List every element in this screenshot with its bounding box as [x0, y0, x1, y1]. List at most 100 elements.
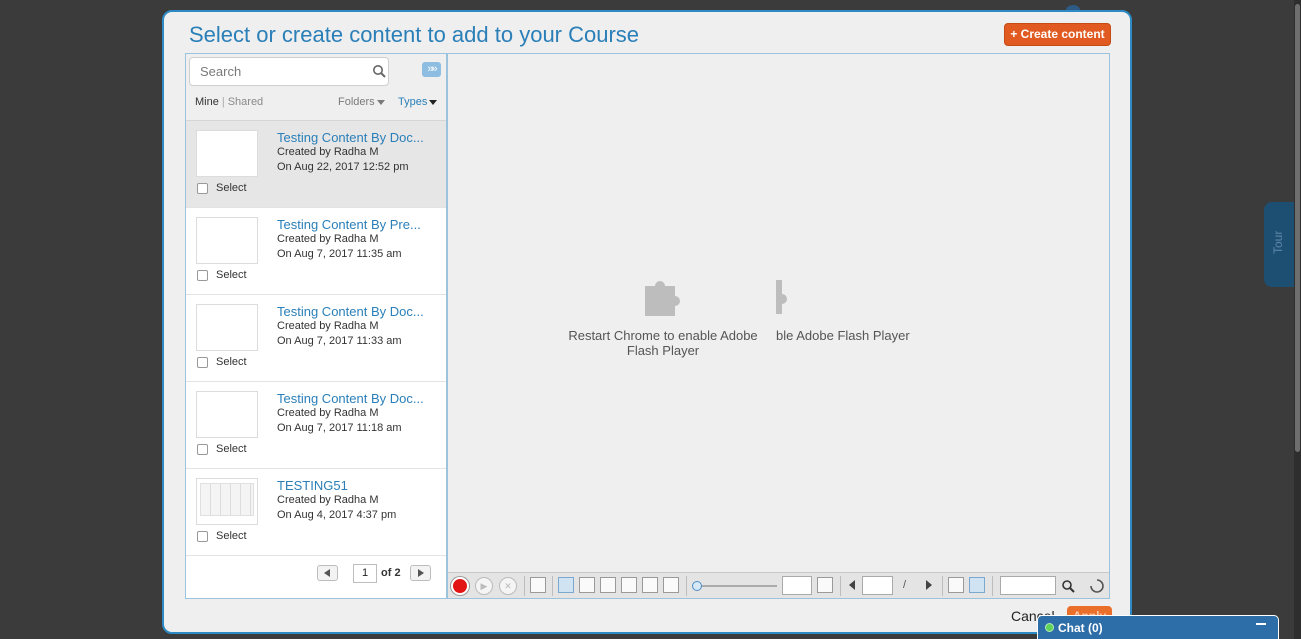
folders-label: Folders: [338, 96, 375, 108]
item-select[interactable]: Select: [197, 530, 247, 542]
list-item[interactable]: Testing Content By Doc... Created by Rad…: [186, 121, 446, 208]
item-author: Created by Radha M: [277, 494, 379, 506]
print-icon[interactable]: [530, 577, 546, 593]
zoom-input[interactable]: [782, 576, 812, 595]
page-scrollbar[interactable]: [1294, 0, 1301, 639]
fullscreen-icon[interactable]: [817, 577, 833, 593]
item-select[interactable]: Select: [197, 443, 247, 455]
next-page-button[interactable]: [410, 565, 431, 581]
thumbnail-view-icon[interactable]: [600, 577, 616, 593]
search-input[interactable]: [200, 64, 360, 79]
toolbar-divider: [552, 576, 553, 596]
select-checkbox[interactable]: [197, 356, 208, 368]
select-checkbox[interactable]: [197, 530, 208, 542]
zoom-slider[interactable]: [692, 581, 777, 591]
select-checkbox[interactable]: [197, 269, 208, 281]
minimize-icon[interactable]: [1256, 623, 1266, 625]
list-item[interactable]: Testing Content By Doc... Created by Rad…: [186, 295, 446, 382]
create-content-button[interactable]: + Create content: [1004, 23, 1111, 46]
chat-bar[interactable]: Chat (0): [1037, 615, 1279, 639]
text-select-icon[interactable]: [948, 577, 964, 593]
list-item[interactable]: Testing Content By Pre... Created by Rad…: [186, 208, 446, 295]
select-label: Select: [216, 356, 247, 368]
flash-plugin-message-partial: ble Adobe Flash Player: [776, 328, 910, 343]
viewer-page-input[interactable]: [862, 576, 893, 595]
item-author: Created by Radha M: [277, 407, 379, 419]
item-title[interactable]: TESTING51: [277, 478, 433, 493]
content-thumbnail[interactable]: [196, 478, 258, 525]
content-thumbnail[interactable]: [196, 130, 258, 177]
item-date: On Aug 22, 2017 12:52 pm: [277, 161, 409, 173]
item-title[interactable]: Testing Content By Pre...: [277, 217, 433, 232]
filter-separator: |: [221, 96, 225, 108]
record-button[interactable]: [451, 577, 469, 595]
play-button[interactable]: ▶: [475, 577, 493, 595]
item-author: Created by Radha M: [277, 233, 379, 245]
item-title[interactable]: Testing Content By Doc...: [277, 130, 433, 145]
page-number-input[interactable]: 1: [353, 564, 377, 583]
item-title[interactable]: Testing Content By Doc...: [277, 391, 433, 406]
list-item[interactable]: TESTING51 Created by Radha M On Aug 4, 2…: [186, 469, 446, 556]
search-field[interactable]: [189, 57, 389, 86]
expand-panel-icon[interactable]: »»: [422, 62, 441, 77]
fit-height-icon[interactable]: [642, 577, 658, 593]
item-title[interactable]: Testing Content By Doc...: [277, 304, 433, 319]
next-page-icon[interactable]: [926, 580, 932, 590]
select-label: Select: [216, 182, 247, 194]
prev-page-button[interactable]: [317, 565, 338, 581]
single-page-view-icon[interactable]: [558, 577, 574, 593]
list-item[interactable]: Testing Content By Doc... Created by Rad…: [186, 382, 446, 469]
filter-mine[interactable]: Mine: [195, 96, 219, 108]
item-author: Created by Radha M: [277, 320, 379, 332]
two-page-view-icon[interactable]: [579, 577, 595, 593]
content-list: Testing Content By Doc... Created by Rad…: [186, 121, 446, 556]
item-author: Created by Radha M: [277, 146, 379, 158]
document-viewer-toolbar: ▶ ✕ /: [448, 572, 1109, 598]
fit-width-icon[interactable]: [621, 577, 637, 593]
pagination: 1 of 2: [317, 564, 437, 584]
flash-plugin-placeholder-partial[interactable]: ble Adobe Flash Player: [776, 276, 926, 343]
page-scrollbar-thumb[interactable]: [1295, 4, 1300, 452]
tour-label: Tour: [1271, 230, 1285, 254]
item-date: On Aug 7, 2017 11:18 am: [277, 422, 402, 434]
select-checkbox[interactable]: [197, 443, 208, 455]
content-thumbnail[interactable]: [196, 304, 258, 351]
types-label: Types: [398, 96, 428, 108]
modal-title: Select or create content to add to your …: [189, 22, 640, 47]
toolbar-divider: [992, 576, 993, 596]
content-thumbnail[interactable]: [196, 217, 258, 264]
zoom-slider-handle[interactable]: [692, 581, 702, 591]
content-thumbnail[interactable]: [196, 391, 258, 438]
puzzle-piece-icon: [776, 280, 788, 314]
item-select[interactable]: Select: [197, 269, 247, 281]
toolbar-divider: [524, 576, 525, 596]
toolbar-divider: [942, 576, 943, 596]
item-select[interactable]: Select: [197, 356, 247, 368]
item-date: On Aug 7, 2017 11:33 am: [277, 335, 402, 347]
stop-button[interactable]: ✕: [499, 577, 517, 595]
find-icon[interactable]: [1061, 579, 1075, 593]
chevron-left-icon: [324, 569, 330, 577]
chevron-down-icon: [376, 99, 385, 105]
search-icon[interactable]: [372, 64, 386, 78]
toolbar-divider: [840, 576, 841, 596]
rotate-icon[interactable]: [663, 577, 679, 593]
select-checkbox[interactable]: [197, 182, 208, 194]
flash-plugin-placeholder[interactable]: Restart Chrome to enable Adobe Flash Pla…: [561, 276, 765, 358]
loading-spinner-icon: [1090, 579, 1104, 593]
find-input[interactable]: [1000, 576, 1056, 595]
prev-page-icon[interactable]: [849, 580, 855, 590]
tour-tab[interactable]: Tour: [1264, 202, 1296, 287]
item-select[interactable]: Select: [197, 182, 247, 194]
puzzle-piece-icon: [645, 281, 680, 316]
flash-plugin-message: Restart Chrome to enable Adobe Flash Pla…: [568, 328, 758, 358]
folders-dropdown[interactable]: Folders: [338, 96, 385, 108]
select-label: Select: [216, 443, 247, 455]
types-dropdown[interactable]: Types: [398, 96, 438, 108]
hand-tool-icon[interactable]: [969, 577, 985, 593]
item-date: On Aug 4, 2017 4:37 pm: [277, 509, 397, 521]
select-label: Select: [216, 269, 247, 281]
filter-shared[interactable]: Shared: [228, 96, 263, 108]
ownership-filter: Mine | Shared: [195, 96, 263, 108]
item-date: On Aug 7, 2017 11:35 am: [277, 248, 402, 260]
